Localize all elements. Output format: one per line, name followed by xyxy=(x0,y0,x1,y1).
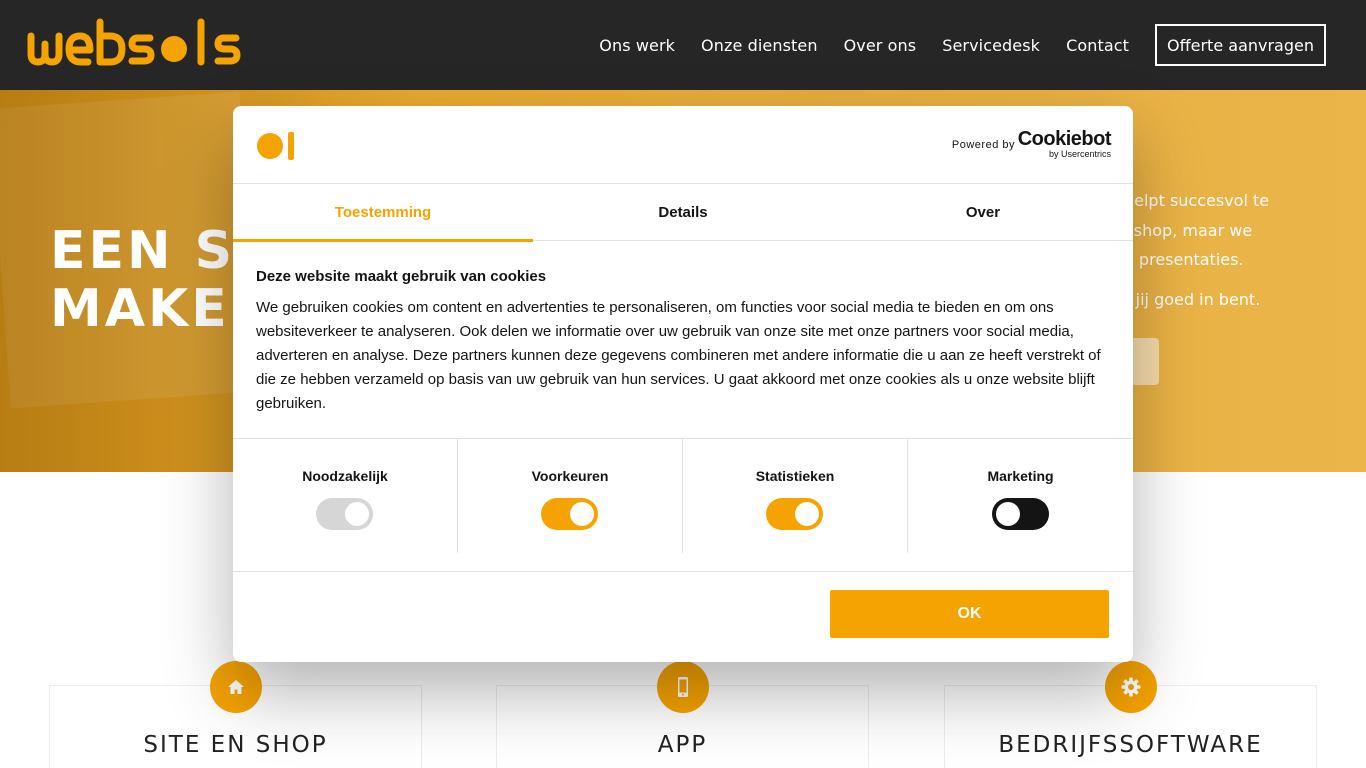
tab-details[interactable]: Details xyxy=(533,184,833,241)
noodzakelijk-toggle xyxy=(316,498,373,530)
cookiebot-sub: by Usercentrics xyxy=(1048,149,1111,159)
tab-toestemming[interactable]: Toestemming xyxy=(233,184,533,242)
consent-marketing: Marketing xyxy=(908,439,1133,553)
consent-label: Marketing xyxy=(987,468,1054,484)
voorkeuren-toggle[interactable] xyxy=(541,498,598,530)
dialog-title: Deze website maakt gebruik van cookies xyxy=(256,268,547,285)
statistieken-toggle[interactable] xyxy=(766,498,823,530)
toggle-knob xyxy=(570,502,594,526)
consent-noodzakelijk: Noodzakelijk xyxy=(233,439,458,553)
cookie-consent-dialog: Powered by Cookiebot by Usercentrics Toe… xyxy=(233,106,1133,662)
dialog-body-text: We gebruiken cookies om content en adver… xyxy=(256,299,1101,412)
consent-label: Voorkeuren xyxy=(531,468,609,484)
toggle-knob xyxy=(795,502,819,526)
consent-label: Statistieken xyxy=(755,468,835,484)
toggle-knob xyxy=(995,502,1020,526)
dialog-footer: OK xyxy=(233,571,1133,662)
consent-statistieken: Statistieken xyxy=(683,439,908,553)
dialog-tabs: Toestemming Details Over xyxy=(233,184,1133,242)
consent-categories: Noodzakelijk Voorkeuren Statistieken Mar… xyxy=(233,438,1133,553)
toggle-knob xyxy=(345,502,369,526)
powered-by-label: Powered by xyxy=(951,139,1015,151)
marketing-toggle[interactable] xyxy=(991,498,1049,530)
consent-voorkeuren: Voorkeuren xyxy=(458,439,683,553)
cookiebot-logo[interactable]: Cookiebot by Usercentrics xyxy=(1017,128,1112,159)
ok-button[interactable]: OK xyxy=(830,590,1109,638)
tab-over[interactable]: Over xyxy=(833,184,1133,241)
dialog-header: Powered by Cookiebot by Usercentrics xyxy=(233,106,1133,184)
cookiebot-brand: Cookiebot xyxy=(1017,128,1112,150)
site-mini-logo xyxy=(257,132,294,160)
consent-label: Noodzakelijk xyxy=(302,468,388,484)
